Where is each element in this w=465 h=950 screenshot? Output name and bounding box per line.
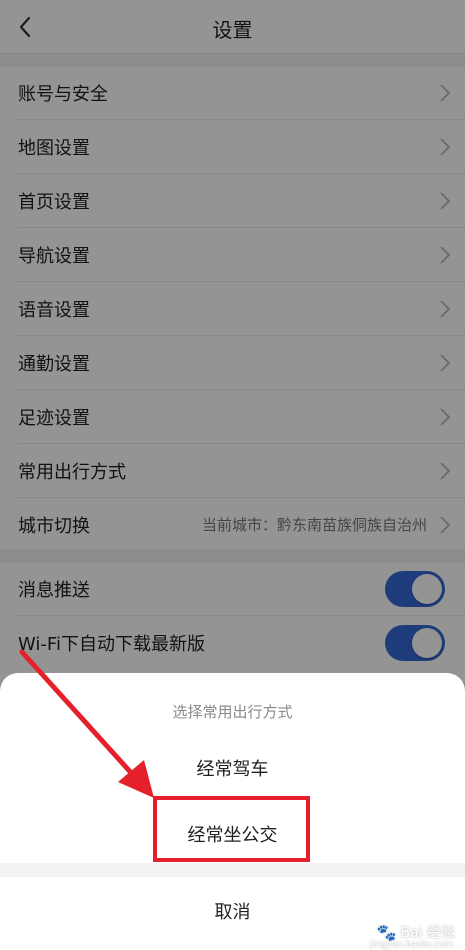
paw-icon: 🐾 [376, 922, 397, 942]
annotation-arrow-icon [19, 649, 154, 798]
watermark-logo: 🐾 Bai 经验 jingyan.baidu.com [370, 922, 455, 950]
watermark-subtext: jingyan.baidu.com [369, 940, 453, 950]
watermark-text: Bai 经验 [400, 925, 455, 941]
